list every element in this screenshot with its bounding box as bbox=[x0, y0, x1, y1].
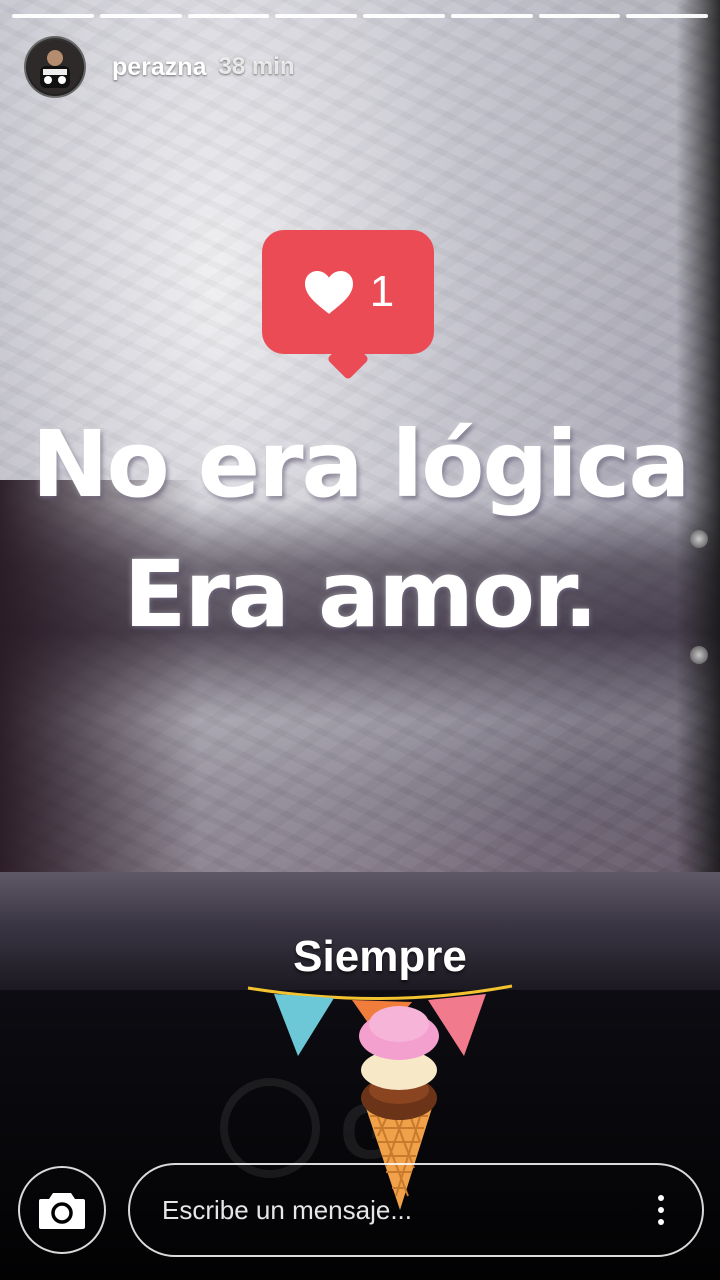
message-input[interactable] bbox=[160, 1193, 564, 1227]
story-progress-bar bbox=[12, 14, 708, 18]
reply-bar bbox=[18, 1162, 704, 1258]
story-quote-text: No era lógica Era amor. bbox=[0, 400, 720, 660]
story-header: perazna 38 min bbox=[24, 36, 295, 98]
quote-line-1: No era lógica bbox=[31, 411, 691, 518]
heart-icon bbox=[302, 268, 356, 316]
like-count: 1 bbox=[369, 267, 395, 316]
progress-segment bbox=[626, 14, 708, 18]
username[interactable]: perazna bbox=[112, 53, 206, 82]
camera-button[interactable] bbox=[18, 1166, 106, 1254]
quote-line-2: Era amor. bbox=[123, 541, 599, 648]
sticker-text[interactable]: Siempre bbox=[0, 932, 720, 982]
progress-segment bbox=[363, 14, 445, 18]
more-vertical-icon[interactable] bbox=[650, 1195, 672, 1225]
progress-segment bbox=[450, 14, 533, 18]
progress-segment bbox=[12, 14, 94, 18]
camera-icon bbox=[37, 1189, 87, 1231]
progress-segment bbox=[99, 14, 182, 18]
story-view[interactable]: G perazna 38 min 1 No era lógica Era amo… bbox=[0, 0, 720, 1280]
like-notification: 1 bbox=[262, 230, 434, 354]
progress-segment bbox=[187, 14, 270, 18]
message-field[interactable] bbox=[128, 1163, 704, 1257]
progress-segment bbox=[275, 14, 357, 18]
progress-segment bbox=[538, 14, 621, 18]
avatar[interactable] bbox=[24, 36, 86, 98]
time-ago: 38 min bbox=[218, 53, 295, 80]
